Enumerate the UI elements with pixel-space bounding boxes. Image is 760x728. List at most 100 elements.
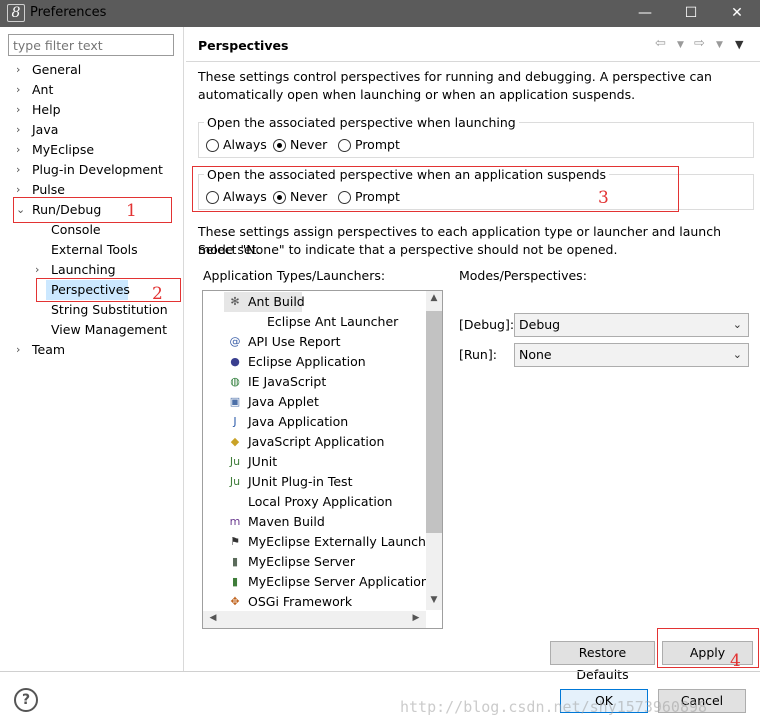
chevron-right-icon[interactable]: ›	[35, 260, 45, 280]
assign-text-2: Select "None" to indicate that a perspec…	[198, 242, 618, 257]
back-icon[interactable]: ⇦	[655, 36, 666, 51]
tree-item-label: External Tools	[51, 242, 138, 257]
debug-perspective-select[interactable]: Debug ⌄	[514, 313, 749, 337]
tree-item[interactable]: › MyEclipse	[8, 140, 178, 160]
scroll-down-icon[interactable]: ▼	[426, 595, 442, 605]
radio-label[interactable]: Always	[223, 137, 267, 152]
list-item-label: IE JavaScript	[248, 374, 327, 389]
list-item-label: Java Application	[248, 414, 349, 429]
close-button[interactable]: ✕	[714, 0, 760, 27]
tree-item-label: Ant	[32, 82, 54, 97]
chevron-right-icon[interactable]: ›	[16, 100, 26, 120]
view-menu-icon[interactable]: ▼	[735, 38, 743, 51]
chevron-right-icon[interactable]: ›	[16, 160, 26, 180]
chevron-right-icon[interactable]: ›	[16, 80, 26, 100]
debug-mode-label: [Debug]:	[459, 317, 515, 332]
run-perspective-value: None	[519, 347, 552, 362]
watermark-text: http://blog.csdn.net/shy1573960898	[400, 698, 708, 716]
chevron-right-icon[interactable]: ›	[16, 140, 26, 160]
list-item[interactable]: ✻ Ant Build	[224, 292, 305, 312]
api-report-icon: @	[229, 335, 241, 348]
tree-item[interactable]: › Team	[8, 340, 178, 360]
list-item-label: JUnit Plug-in Test	[248, 474, 353, 489]
list-item-label: Eclipse Application	[248, 354, 366, 369]
annotation-box-apply	[657, 628, 759, 668]
forward-icon[interactable]: ⇨	[694, 36, 705, 51]
external-launch-icon: ⚑	[230, 535, 240, 548]
radio-label[interactable]: Prompt	[355, 137, 400, 152]
tree-item[interactable]: › General	[8, 60, 178, 80]
tree-item[interactable]: › Help	[8, 100, 178, 120]
radio-label[interactable]: Never	[290, 137, 327, 152]
maven-icon: m	[229, 515, 241, 528]
scroll-left-icon[interactable]: ◀	[205, 613, 221, 623]
tree-item-label: Plug-in Development	[32, 162, 163, 177]
tree-item-label: MyEclipse	[32, 142, 95, 157]
ant-icon: ✻	[230, 295, 240, 308]
list-item-label: Ant Build	[248, 294, 305, 309]
radio-always[interactable]	[206, 139, 219, 152]
list-item-label: Eclipse Ant Launcher	[267, 314, 399, 329]
intro-text-1: These settings control perspectives for …	[198, 69, 712, 84]
horizontal-scrollbar[interactable]	[203, 611, 426, 628]
list-item-label: Local Proxy Application	[248, 494, 393, 509]
tree-item[interactable]: External Tools	[8, 240, 178, 260]
vertical-scroll-thumb[interactable]	[426, 311, 442, 533]
list-item-label: MyEclipse Server Application	[248, 574, 429, 589]
launch-group-label: Open the associated perspective when lau…	[204, 115, 519, 130]
chevron-down-icon: ⌄	[732, 318, 742, 331]
tree-item-label: Launching	[51, 262, 116, 277]
scroll-right-icon[interactable]: ▶	[408, 613, 424, 623]
tree-item[interactable]: Console	[8, 220, 178, 240]
tree-item[interactable]: › Plug-in Development	[8, 160, 178, 180]
window-title: Preferences	[30, 5, 107, 20]
restore-defaults-button[interactable]: Restore Defaults	[550, 641, 655, 682]
filter-input[interactable]	[8, 34, 174, 56]
tree-item-label: General	[32, 62, 82, 77]
tree-item[interactable]: › Ant	[8, 80, 178, 100]
eclipse-icon: ●	[230, 355, 240, 368]
applet-icon: ▣	[229, 395, 241, 408]
bottom-separator	[0, 671, 760, 672]
chevron-down-icon: ⌄	[732, 348, 742, 361]
tree-item-label: Team	[32, 342, 66, 357]
tree-item[interactable]: View Management	[8, 320, 178, 340]
run-mode-label: [Run]:	[459, 347, 497, 362]
chevron-right-icon[interactable]: ›	[16, 60, 26, 80]
scroll-up-icon[interactable]: ▲	[426, 293, 442, 303]
tree-item[interactable]: › Java	[8, 120, 178, 140]
run-perspective-select[interactable]: None ⌄	[514, 343, 749, 367]
annotation-number-4: 4	[730, 651, 741, 671]
chevron-right-icon[interactable]: ›	[16, 340, 26, 360]
list-item-label: Maven Build	[248, 514, 325, 529]
title-separator	[186, 61, 760, 62]
tree-item[interactable]: › Launching	[8, 260, 178, 280]
list-item-label: OSGi Framework	[248, 594, 353, 609]
junit-icon: Ju	[229, 455, 241, 468]
tree-item-label: Java	[32, 122, 59, 137]
annotation-number-1: 1	[126, 201, 137, 221]
server-icon: ▮	[231, 555, 239, 568]
tree-item-label: View Management	[51, 322, 167, 337]
back-menu-icon[interactable]: ▼	[677, 40, 684, 50]
page-title: Perspectives	[198, 38, 289, 53]
maximize-button[interactable]: ☐	[668, 0, 714, 27]
list-item-label: API Use Report	[248, 334, 341, 349]
list-item-label: MyEclipse Externally Launched	[248, 534, 442, 549]
forward-menu-icon[interactable]: ▼	[716, 40, 723, 50]
radio-prompt[interactable]	[338, 139, 351, 152]
help-icon[interactable]: ?	[14, 688, 38, 712]
app-icon: 8	[7, 4, 25, 22]
tree-item-label: String Substitution	[51, 302, 168, 317]
globe-icon: ◍	[230, 375, 240, 388]
modes-label: Modes/Perspectives:	[459, 268, 587, 283]
radio-never[interactable]	[273, 139, 286, 152]
server-app-icon: ▮	[231, 575, 239, 588]
debug-perspective-value: Debug	[519, 317, 561, 332]
minimize-button[interactable]: —	[622, 0, 668, 27]
annotation-box-run-debug	[13, 197, 172, 223]
java-app-icon: J	[233, 415, 237, 428]
list-item-label: JUnit	[248, 454, 278, 469]
js-app-icon: ◆	[230, 435, 240, 448]
chevron-right-icon[interactable]: ›	[16, 120, 26, 140]
